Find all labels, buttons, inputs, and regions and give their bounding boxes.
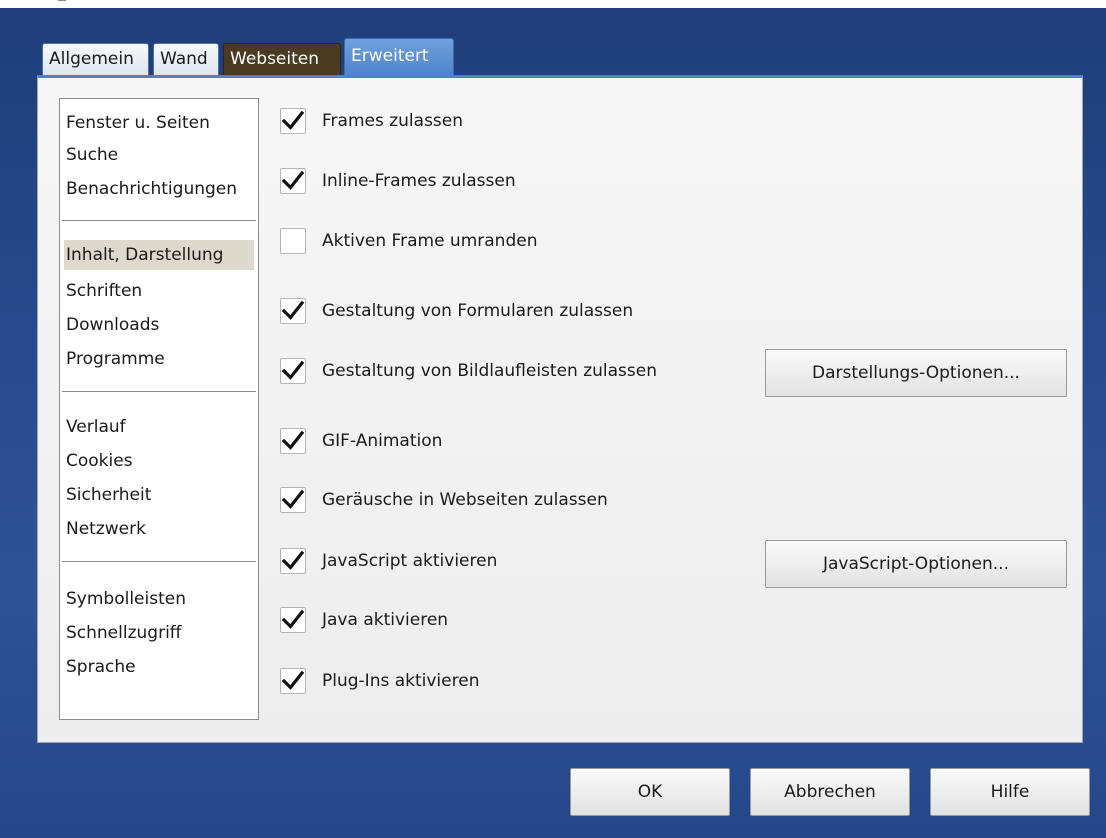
ok-button[interactable]: OK [570,768,730,816]
checkmark-icon [281,300,305,320]
option-label-frames: Frames zulassen [322,111,464,131]
nav-item-suche[interactable]: Suche [64,140,118,170]
checkmark-icon [281,170,305,190]
javascript-options-button[interactable]: JavaScript-Optionen... [765,540,1067,588]
nav-item-programme[interactable]: Programme [64,344,165,374]
option-label-java: Java aktivieren [322,610,449,630]
window-mark [58,0,66,4]
option-label-javascript: JavaScript aktivieren [322,551,498,571]
nav-separator [62,391,256,392]
option-label-bildlaufleisten: Gestaltung von Bildlaufleisten zulassen [322,361,657,381]
help-button[interactable]: Hilfe [930,768,1090,816]
checkbox-javascript[interactable] [280,548,306,574]
checkmark-icon [281,360,305,380]
checkmark-icon [281,430,305,450]
nav-item-schriften[interactable]: Schriften [64,276,142,306]
nav-item-verlauf[interactable]: Verlauf [64,412,126,442]
checkbox-frames[interactable] [280,108,306,134]
checkbox-formulare[interactable] [280,298,306,324]
category-list: Fenster u. Seiten Suche Benachrichtigung… [59,98,259,720]
checkmark-icon [281,670,305,690]
nav-item-symbolleisten[interactable]: Symbolleisten [64,584,186,614]
nav-separator [62,220,256,221]
checkmark-icon [281,550,305,570]
tab-allgemein[interactable]: Allgemein [42,43,149,75]
checkmark-icon [281,609,305,629]
checkbox-inline-frames[interactable] [280,168,306,194]
checkbox-aktiven-frame[interactable] [280,228,306,254]
option-label-inline-frames: Inline-Frames zulassen [322,171,516,191]
nav-item-sicherheit[interactable]: Sicherheit [64,480,151,510]
checkmark-icon [281,110,305,130]
tab-erweitert[interactable]: Erweitert [344,38,454,78]
nav-item-schnellzugriff[interactable]: Schnellzugriff [64,618,182,648]
nav-item-netzwerk[interactable]: Netzwerk [64,514,146,544]
nav-item-benachrichtigungen[interactable]: Benachrichtigungen [64,174,237,204]
tab-webseiten[interactable]: Webseiten [223,43,341,75]
checkbox-geraeusche[interactable] [280,487,306,513]
nav-item-cookies[interactable]: Cookies [64,446,133,476]
option-label-formulare: Gestaltung von Formularen zulassen [322,301,634,321]
option-label-plug-ins: Plug-Ins aktivieren [322,671,480,691]
tab-wand[interactable]: Wand [153,43,219,75]
checkbox-gif-animation[interactable] [280,428,306,454]
nav-item-inhalt-darstellung[interactable]: Inhalt, Darstellung [64,240,254,270]
nav-separator [62,561,256,562]
cancel-button[interactable]: Abbrechen [750,768,910,816]
nav-item-fenster[interactable]: Fenster u. Seiten [64,108,210,138]
nav-item-sprache[interactable]: Sprache [64,652,136,682]
checkbox-java[interactable] [280,607,306,633]
option-label-gif-animation: GIF-Animation [322,431,443,451]
option-label-geraeusche: Geräusche in Webseiten zulassen [322,490,608,510]
option-label-aktiven-frame: Aktiven Frame umranden [322,231,538,251]
nav-item-downloads[interactable]: Downloads [64,310,159,340]
checkmark-icon [281,489,305,509]
checkbox-bildlaufleisten[interactable] [280,358,306,384]
top-strip [0,0,1106,8]
checkbox-plug-ins[interactable] [280,668,306,694]
display-options-button[interactable]: Darstellungs-Optionen... [765,349,1067,397]
